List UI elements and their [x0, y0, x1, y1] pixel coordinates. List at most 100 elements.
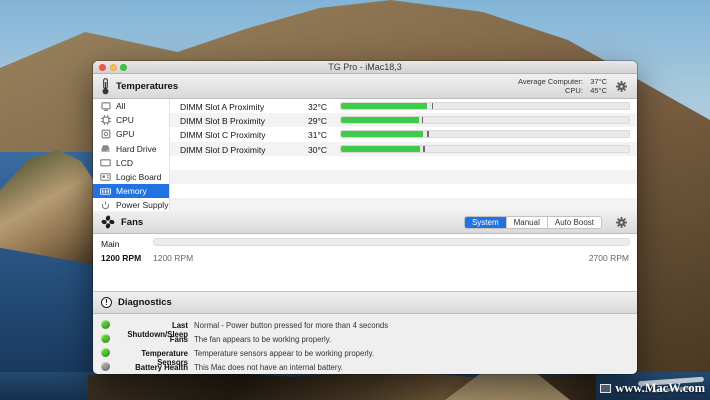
- sensor-name: DIMM Slot B Proximity: [180, 116, 265, 126]
- sensor-temp: 29°C: [275, 116, 327, 126]
- diagnostic-text: This Mac does not have an internal batte…: [194, 363, 343, 372]
- fan-min-rpm: 1200 RPM: [153, 253, 193, 263]
- gear-icon: [615, 216, 628, 229]
- empty-row: [170, 156, 637, 170]
- watermark: www.MacW.com: [600, 381, 705, 396]
- status-dot-green: [101, 320, 110, 329]
- temp-bar-fill: [341, 131, 423, 137]
- diagnostics-title: Diagnostics: [118, 297, 172, 308]
- sensor-row: DIMM Slot B Proximity 29°C: [170, 113, 637, 127]
- sensor-name: DIMM Slot A Proximity: [180, 102, 264, 112]
- temperatures-body: All CPU GPU Hard Drive LCD: [93, 99, 637, 211]
- sidebar-item-label: Logic Board: [116, 172, 161, 182]
- diagnostic-row: Battery Health This Mac does not have an…: [93, 360, 637, 374]
- sidebar-item-label: All: [116, 101, 125, 111]
- sidebar-item-cpu[interactable]: CPU: [93, 113, 169, 127]
- temp-bar-fill: [341, 103, 427, 109]
- diagnostic-row: Fans The fan appears to be working prope…: [93, 332, 637, 346]
- sidebar-item-power-supply[interactable]: Power Supply: [93, 198, 169, 211]
- fans-settings-button[interactable]: [614, 215, 629, 230]
- zoom-button[interactable]: [120, 64, 127, 71]
- sidebar-item-hard-drive[interactable]: Hard Drive: [93, 142, 169, 156]
- display-icon: [100, 159, 111, 167]
- minimize-button[interactable]: [110, 64, 117, 71]
- diagnostic-label: Battery Health: [111, 363, 188, 372]
- fan-max-rpm: 2700 RPM: [589, 253, 629, 263]
- sidebar-item-label: CPU: [116, 115, 134, 125]
- temp-bar: [340, 145, 630, 153]
- empty-row: [170, 198, 637, 211]
- desktop-wallpaper: TG Pro - iMac18,3 Temperatures Average C…: [0, 0, 710, 400]
- temp-peak-tick: [422, 117, 424, 123]
- diagnostic-text: Normal - Power button pressed for more t…: [194, 321, 388, 330]
- fans-body: Main 1200 RPM 1200 RPM 2700 RPM: [93, 234, 637, 292]
- sidebar-item-lcd[interactable]: LCD: [93, 156, 169, 170]
- temperatures-title: Temperatures: [116, 81, 178, 92]
- gpu-chip-icon: [100, 129, 111, 139]
- logic-board-icon: [100, 173, 111, 181]
- sidebar-item-gpu[interactable]: GPU: [93, 127, 169, 141]
- temp-bar: [340, 116, 630, 124]
- empty-row: [170, 170, 637, 184]
- temperatures-settings-button[interactable]: [614, 79, 629, 94]
- sensor-name: DIMM Slot C Proximity: [180, 130, 265, 140]
- avg-computer-label: Average Computer:: [518, 77, 583, 86]
- fan-mode-control: System Manual Auto Boost: [464, 216, 602, 229]
- fan-name: Main: [101, 239, 119, 249]
- sensor-name: DIMM Slot D Proximity: [180, 145, 265, 155]
- thermometer-icon: [101, 78, 110, 95]
- diagnostic-text: The fan appears to be working properly.: [194, 335, 331, 344]
- fan-mode-auto-boost[interactable]: Auto Boost: [548, 217, 601, 228]
- sensor-temp: 32°C: [275, 102, 327, 112]
- sidebar-item-label: Hard Drive: [116, 144, 157, 154]
- cpu-chip-icon: [100, 115, 111, 125]
- power-icon: [100, 201, 111, 210]
- sidebar-item-memory[interactable]: Memory: [93, 184, 169, 198]
- fan-icon: [101, 215, 115, 229]
- status-dot-green: [101, 334, 110, 343]
- sensor-group-sidebar: All CPU GPU Hard Drive LCD: [93, 99, 170, 211]
- diagnostics-header: ! Diagnostics: [93, 292, 637, 314]
- temp-peak-tick: [427, 131, 429, 137]
- hard-drive-icon: [100, 144, 111, 153]
- close-button[interactable]: [99, 64, 106, 71]
- sidebar-item-label: LCD: [116, 158, 133, 168]
- temp-bar: [340, 130, 630, 138]
- avg-computer-value: 37°C: [585, 77, 607, 86]
- sidebar-item-label: Memory: [116, 186, 147, 196]
- diagnostic-row: Temperature Sensors Temperature sensors …: [93, 346, 637, 360]
- diagnostic-label: Fans: [111, 335, 188, 344]
- title-bar[interactable]: TG Pro - iMac18,3: [93, 61, 637, 74]
- sensor-list: DIMM Slot A Proximity 32°C DIMM Slot B P…: [170, 99, 637, 211]
- fan-current-rpm: 1200 RPM: [101, 253, 141, 263]
- temperatures-header: Temperatures Average Computer: 37°C CPU:…: [93, 74, 637, 99]
- status-dot-green: [101, 348, 110, 357]
- sensor-row: DIMM Slot A Proximity 32°C: [170, 99, 637, 113]
- sidebar-item-all[interactable]: All: [93, 99, 169, 113]
- fan-mode-system[interactable]: System: [465, 217, 507, 228]
- sensor-temp: 31°C: [275, 130, 327, 140]
- empty-row: [170, 184, 637, 198]
- fan-mode-manual[interactable]: Manual: [507, 217, 548, 228]
- diagnostic-row: Last Shutdown/Sleep Normal - Power butto…: [93, 318, 637, 332]
- temp-bar-fill: [341, 117, 419, 123]
- memory-icon: [100, 188, 111, 195]
- tg-pro-window: TG Pro - iMac18,3 Temperatures Average C…: [93, 61, 637, 374]
- temp-bar-fill: [341, 146, 420, 152]
- sensor-temp: 30°C: [275, 145, 327, 155]
- exclamation-icon: !: [101, 297, 112, 308]
- sidebar-item-logic-board[interactable]: Logic Board: [93, 170, 169, 184]
- status-dot-gray: [101, 362, 110, 371]
- temp-peak-tick: [423, 146, 425, 152]
- fan-speed-slider[interactable]: [153, 238, 630, 246]
- sensor-row: DIMM Slot C Proximity 31°C: [170, 127, 637, 141]
- diagnostics-body: Last Shutdown/Sleep Normal - Power butto…: [93, 314, 637, 374]
- summary-temps: Average Computer: 37°C CPU: 45°C: [518, 77, 607, 95]
- cpu-temp-label: CPU:: [565, 86, 583, 95]
- sensor-row: DIMM Slot D Proximity 30°C: [170, 142, 637, 156]
- window-title: TG Pro - iMac18,3: [93, 61, 637, 74]
- watermark-text: www.MacW.com: [615, 381, 705, 396]
- watermark-logo-icon: [600, 384, 611, 393]
- fans-title: Fans: [121, 217, 143, 228]
- cpu-temp-value: 45°C: [585, 86, 607, 95]
